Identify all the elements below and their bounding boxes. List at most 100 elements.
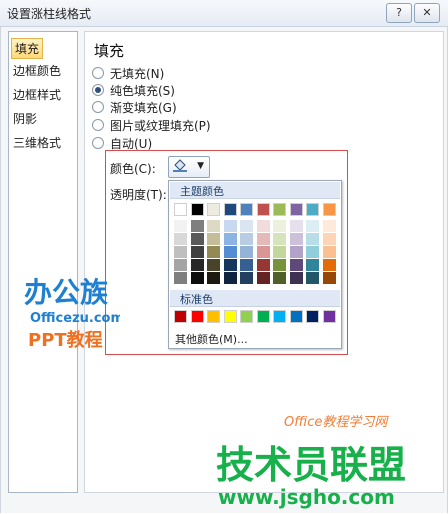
standard-color-swatch[interactable]	[190, 310, 204, 323]
theme-color-swatch[interactable]	[207, 203, 220, 216]
theme-color-swatch[interactable]	[240, 203, 253, 216]
theme-shade-swatch[interactable]	[273, 220, 286, 232]
theme-shade-swatch[interactable]	[289, 220, 303, 232]
theme-color-swatch[interactable]	[322, 203, 336, 216]
standard-color-swatch[interactable]	[223, 310, 237, 323]
standard-color-swatch[interactable]	[289, 310, 303, 323]
color-picker-button[interactable]: ▼	[168, 156, 210, 178]
theme-shade-swatch[interactable]	[256, 272, 270, 284]
theme-shade-swatch[interactable]	[207, 220, 220, 232]
theme-shade-swatch[interactable]	[207, 259, 220, 271]
theme-shade-swatch[interactable]	[273, 259, 286, 271]
theme-shade-swatch[interactable]	[273, 246, 286, 258]
theme-shade-swatch[interactable]	[190, 246, 204, 258]
theme-shade-swatch[interactable]	[207, 272, 220, 284]
theme-shade-swatch[interactable]	[240, 272, 253, 284]
radio-label: 自动(U)	[110, 137, 153, 151]
radio-button[interactable]	[92, 84, 104, 96]
theme-shade-swatch[interactable]	[240, 259, 253, 271]
more-colors-item[interactable]: 其他颜色(M)...	[175, 331, 248, 347]
standard-color-swatch[interactable]	[322, 310, 336, 323]
radio-button[interactable]	[92, 67, 104, 79]
theme-shade-swatch[interactable]	[322, 233, 336, 245]
theme-shade-swatch[interactable]	[207, 233, 220, 245]
nav-item-border-style[interactable]: 边框样式	[13, 86, 61, 103]
nav-item-shadow[interactable]: 阴影	[13, 110, 37, 127]
theme-shade-swatch[interactable]	[174, 233, 187, 245]
theme-shade-swatch[interactable]	[256, 220, 270, 232]
theme-shade-swatch[interactable]	[322, 220, 336, 232]
theme-shade-swatch[interactable]	[223, 220, 237, 232]
radio-label: 渐变填充(G)	[110, 101, 177, 115]
theme-shade-swatch[interactable]	[240, 246, 253, 258]
theme-shade-swatch[interactable]	[240, 220, 253, 232]
theme-shade-swatch[interactable]	[190, 259, 204, 271]
radio-label: 纯色填充(S)	[110, 84, 175, 98]
help-button[interactable]: ?	[386, 3, 412, 23]
theme-shade-swatch[interactable]	[256, 246, 270, 258]
theme-shade-swatch[interactable]	[256, 233, 270, 245]
close-button[interactable]: ✕	[414, 3, 440, 23]
theme-shade-swatch[interactable]	[190, 272, 204, 284]
theme-shade-swatch[interactable]	[322, 272, 336, 284]
standard-color-swatch[interactable]	[256, 310, 270, 323]
radio-button[interactable]	[92, 101, 104, 113]
color-label: 颜色(C):	[110, 162, 156, 176]
theme-colors-label: 主题颜色	[180, 185, 224, 198]
nav-item-fill[interactable]: 填充	[11, 38, 44, 59]
theme-shade-swatch[interactable]	[190, 220, 204, 232]
theme-shade-swatch[interactable]	[306, 246, 319, 258]
theme-color-swatch[interactable]	[289, 203, 303, 216]
color-dropdown: 主题颜色 标准色 其他颜色(M)...	[168, 180, 342, 349]
theme-shade-swatch[interactable]	[289, 259, 303, 271]
title-bar: 设置涨柱线格式 ? ✕	[0, 0, 448, 27]
theme-shade-swatch[interactable]	[240, 233, 253, 245]
nav-item-border-color[interactable]: 边框颜色	[13, 62, 61, 79]
standard-color-swatch[interactable]	[207, 310, 220, 323]
theme-color-swatch[interactable]	[223, 203, 237, 216]
theme-shade-swatch[interactable]	[223, 272, 237, 284]
theme-shade-swatch[interactable]	[289, 246, 303, 258]
theme-shade-swatch[interactable]	[289, 272, 303, 284]
panel-heading: 填充	[94, 42, 125, 60]
theme-shade-swatch[interactable]	[174, 259, 187, 271]
theme-shade-swatch[interactable]	[273, 272, 286, 284]
standard-color-swatch[interactable]	[273, 310, 286, 323]
theme-shade-swatch[interactable]	[306, 220, 319, 232]
theme-shade-swatch[interactable]	[322, 246, 336, 258]
theme-shade-swatch[interactable]	[306, 259, 319, 271]
transparency-label: 透明度(T):	[110, 188, 167, 202]
theme-shade-swatch[interactable]	[223, 233, 237, 245]
radio-button[interactable]	[92, 137, 104, 149]
radio-label: 图片或纹理填充(P)	[110, 119, 211, 133]
paint-bucket-icon	[173, 159, 187, 172]
theme-shade-swatch[interactable]	[306, 233, 319, 245]
nav-item-3d-format[interactable]: 三维格式	[13, 134, 61, 151]
radio-button[interactable]	[92, 119, 104, 131]
theme-shade-swatch[interactable]	[306, 272, 319, 284]
theme-shade-swatch[interactable]	[322, 259, 336, 271]
theme-shade-swatch[interactable]	[289, 233, 303, 245]
theme-shade-swatch[interactable]	[223, 259, 237, 271]
standard-color-swatch[interactable]	[174, 310, 187, 323]
theme-shade-swatch[interactable]	[174, 220, 187, 232]
standard-color-swatch[interactable]	[240, 310, 253, 323]
theme-shade-swatch[interactable]	[256, 259, 270, 271]
category-nav: 填充 边框颜色 边框样式 阴影 三维格式	[8, 31, 78, 493]
theme-shade-swatch[interactable]	[174, 246, 187, 258]
theme-color-swatch[interactable]	[273, 203, 286, 216]
theme-shade-swatch[interactable]	[223, 246, 237, 258]
theme-color-swatch[interactable]	[190, 203, 204, 216]
theme-color-swatch[interactable]	[306, 203, 319, 216]
window-title: 设置涨柱线格式	[7, 7, 92, 21]
theme-shade-swatch[interactable]	[174, 272, 187, 284]
theme-color-swatch[interactable]	[174, 203, 187, 216]
theme-colors-header: 主题颜色	[170, 182, 340, 199]
theme-shade-swatch[interactable]	[207, 246, 220, 258]
theme-shade-swatch[interactable]	[190, 233, 204, 245]
chevron-down-icon: ▼	[197, 161, 204, 171]
theme-shade-swatch[interactable]	[273, 233, 286, 245]
standard-colors-label: 标准色	[180, 293, 213, 306]
theme-color-swatch[interactable]	[256, 203, 270, 216]
standard-color-swatch[interactable]	[306, 310, 319, 323]
